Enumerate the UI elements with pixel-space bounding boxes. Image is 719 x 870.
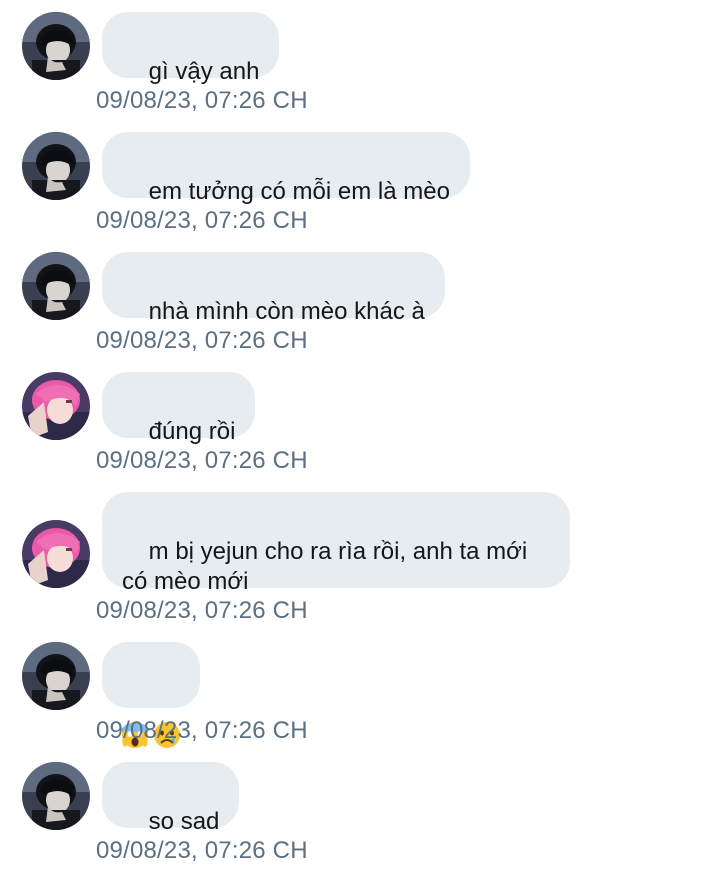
message-timestamp: 09/08/23, 07:26 CH <box>96 717 308 744</box>
message-text: nhà mình còn mèo khác à <box>148 298 425 325</box>
avatar-pink-hair-icon[interactable] <box>22 372 90 440</box>
message-text: m bị yejun cho ra rìa rồi, anh ta mới có… <box>122 538 528 595</box>
message-bubble[interactable]: em tưởng có mỗi em là mèo <box>102 132 470 205</box>
message-bubble[interactable]: đúng rồi <box>102 372 256 445</box>
avatar-dark-hair-icon[interactable] <box>22 642 90 710</box>
message-bubble[interactable]: m bị yejun cho ra rìa rồi, anh ta mới có… <box>102 492 570 595</box>
message-timestamp: 09/08/23, 07:26 CH <box>96 207 308 234</box>
message-timestamp: 09/08/23, 07:26 CH <box>96 837 308 864</box>
avatar-dark-hair-icon[interactable] <box>22 132 90 200</box>
message-timestamp: 09/08/23, 07:26 CH <box>96 327 308 354</box>
avatar-dark-hair-icon[interactable] <box>22 252 90 320</box>
message-text: em tưởng có mỗi em là mèo <box>148 178 450 205</box>
avatar-pink-hair-icon[interactable] <box>22 520 90 588</box>
avatar-dark-hair-icon[interactable] <box>22 12 90 80</box>
message-bubble[interactable]: gì vậy anh <box>102 12 280 85</box>
message-timestamp: 09/08/23, 07:26 CH <box>96 447 308 474</box>
message-timestamp: 09/08/23, 07:26 CH <box>96 87 308 114</box>
message-bubble[interactable]: so sad <box>102 762 240 835</box>
message-text: so sad <box>148 808 220 835</box>
message-bubble[interactable]: nhà mình còn mèo khác à <box>102 252 445 325</box>
avatar-dark-hair-icon[interactable] <box>22 762 90 830</box>
message-text: gì vậy anh <box>148 58 260 85</box>
message-text: đúng rồi <box>148 418 236 445</box>
message-bubble[interactable] <box>102 642 200 748</box>
message-timestamp: 09/08/23, 07:26 CH <box>96 597 308 624</box>
